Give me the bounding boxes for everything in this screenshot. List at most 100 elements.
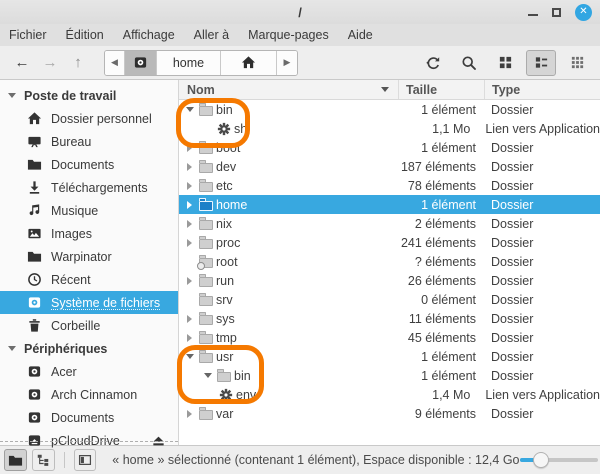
expander-icon[interactable] [183,103,196,116]
back-button[interactable]: ← [8,50,36,76]
file-row-etc[interactable]: etc 78 éléments Dossier [179,176,600,195]
menubar: Fichier Édition Affichage Aller à Marque… [0,24,600,46]
sidebar-item-images[interactable]: Images [0,222,178,245]
eject-icon[interactable] [151,433,166,448]
icon-view-button[interactable] [490,50,520,76]
forward-button[interactable]: → [36,50,64,76]
expander-icon[interactable] [183,312,196,325]
close-button[interactable]: ✕ [575,4,592,21]
sidebar-item-pclouddrive[interactable]: pCloudDrive [0,429,178,452]
expander-icon[interactable] [183,217,196,230]
sidebar-item-bureau[interactable]: Bureau [0,130,178,153]
file-row-sh[interactable]: sh 1,1 Mo Lien vers Application [179,119,600,138]
expander-icon[interactable] [201,369,214,382]
sidebar-item-corbeille[interactable]: Corbeille [0,314,178,337]
expander-icon[interactable] [183,141,196,154]
titlebar: / ✕ [0,0,600,24]
file-row-tmp[interactable]: tmp 45 éléments Dossier [179,328,600,347]
menu-affichage[interactable]: Affichage [123,28,175,42]
sidebar-item-documents[interactable]: Documents [0,153,178,176]
statusbar-separator [64,452,65,468]
search-button[interactable] [454,50,484,76]
desktop-icon [27,134,42,149]
sidebar-item-telechargements[interactable]: Téléchargements [0,176,178,199]
folder-icon [27,157,42,172]
expander-icon[interactable] [183,350,196,363]
sidebar-item-musique[interactable]: Musique [0,199,178,222]
menu-aller-a[interactable]: Aller à [194,28,229,42]
expander-icon[interactable] [183,407,196,420]
path-scroll-right-button[interactable]: ▶ [277,51,297,75]
drive-icon [27,364,42,379]
sidebar-item-documents-device[interactable]: Documents [0,406,178,429]
download-icon [27,180,42,195]
image-icon [27,226,42,241]
zoom-slider[interactable] [520,452,591,468]
column-header-nom[interactable]: Nom [179,80,398,99]
slider-knob[interactable] [533,452,549,468]
places-folder-icon [8,453,23,468]
path-scroll-left-button[interactable]: ◀ [105,51,125,75]
menu-marque-pages[interactable]: Marque-pages [248,28,329,42]
compact-view-button[interactable] [562,50,592,76]
forward-icon: → [43,54,58,71]
restricted-folder-icon [199,258,213,268]
search-icon [461,55,477,71]
folder-icon [199,144,213,154]
file-manager-window: / ✕ Fichier Édition Affichage Aller à Ma… [0,0,600,474]
folder-icon [199,334,213,344]
refresh-button[interactable] [418,50,448,76]
expander-icon[interactable] [183,179,196,192]
treeview-toggle-button[interactable] [32,449,55,471]
file-row-bin[interactable]: bin 1 élément Dossier [179,100,600,119]
menu-fichier[interactable]: Fichier [9,28,47,42]
sidebar-item-acer[interactable]: Acer [0,360,178,383]
column-header-type[interactable]: Type [484,80,600,99]
path-crumb-home[interactable]: home [157,51,221,75]
expander-icon[interactable] [183,160,196,173]
list-view-button[interactable] [526,50,556,76]
file-row-proc[interactable]: proc 241 éléments Dossier [179,233,600,252]
expander-icon[interactable] [183,331,196,344]
menu-aide[interactable]: Aide [348,28,373,42]
sidebar-item-systeme-de-fichiers[interactable]: Système de fichiers [0,291,178,314]
expander-icon[interactable] [183,236,196,249]
file-row-usr-bin[interactable]: bin 1 élément Dossier [179,366,600,385]
file-row-sys[interactable]: sys 11 éléments Dossier [179,309,600,328]
path-crumb-user-home[interactable] [221,51,277,75]
path-crumb-root[interactable] [125,51,157,75]
file-list-pane: Nom Taille Type bin 1 élément Dossier sh… [178,80,600,445]
tree-view-icon [36,453,50,467]
file-row-home-selected[interactable]: home 1 élément Dossier [179,195,600,214]
sidebar-item-arch-cinnamon[interactable]: Arch Cinnamon [0,383,178,406]
file-row-nix[interactable]: nix 2 éléments Dossier [179,214,600,233]
places-toggle-button[interactable] [4,449,27,471]
gear-icon [217,122,231,136]
column-header-taille[interactable]: Taille [398,80,484,99]
expander-icon[interactable] [183,198,196,211]
sidebar-section-poste-de-travail[interactable]: Poste de travail [0,84,178,107]
maximize-button[interactable] [552,8,561,17]
file-row-boot[interactable]: boot 1 élément Dossier [179,138,600,157]
menu-edition[interactable]: Édition [66,28,104,42]
minimize-button[interactable] [528,14,538,16]
folder-icon [199,163,213,173]
file-row-dev[interactable]: dev 187 éléments Dossier [179,157,600,176]
folder-icon [199,201,213,211]
list-view-icon [534,55,549,70]
sidebar-item-warpinator[interactable]: Warpinator [0,245,178,268]
sidebar-item-recent[interactable]: Récent [0,268,178,291]
trash-icon [27,318,42,333]
file-row-var[interactable]: var 9 éléments Dossier [179,404,600,423]
file-row-run[interactable]: run 26 éléments Dossier [179,271,600,290]
file-row-srv[interactable]: srv 0 élément Dossier [179,290,600,309]
expander-icon[interactable] [183,274,196,287]
file-row-env[interactable]: env 1,4 Mo Lien vers Application [179,385,600,404]
sidebar-toggle-button[interactable] [74,449,97,471]
up-button[interactable]: ↑ [64,50,92,76]
sidebar-item-dossier-personnel[interactable]: Dossier personnel [0,107,178,130]
drive-icon [27,433,42,448]
file-row-usr[interactable]: usr 1 élément Dossier [179,347,600,366]
file-row-root[interactable]: root ? éléments Dossier [179,252,600,271]
sidebar-section-peripheriques[interactable]: Périphériques [0,337,178,360]
